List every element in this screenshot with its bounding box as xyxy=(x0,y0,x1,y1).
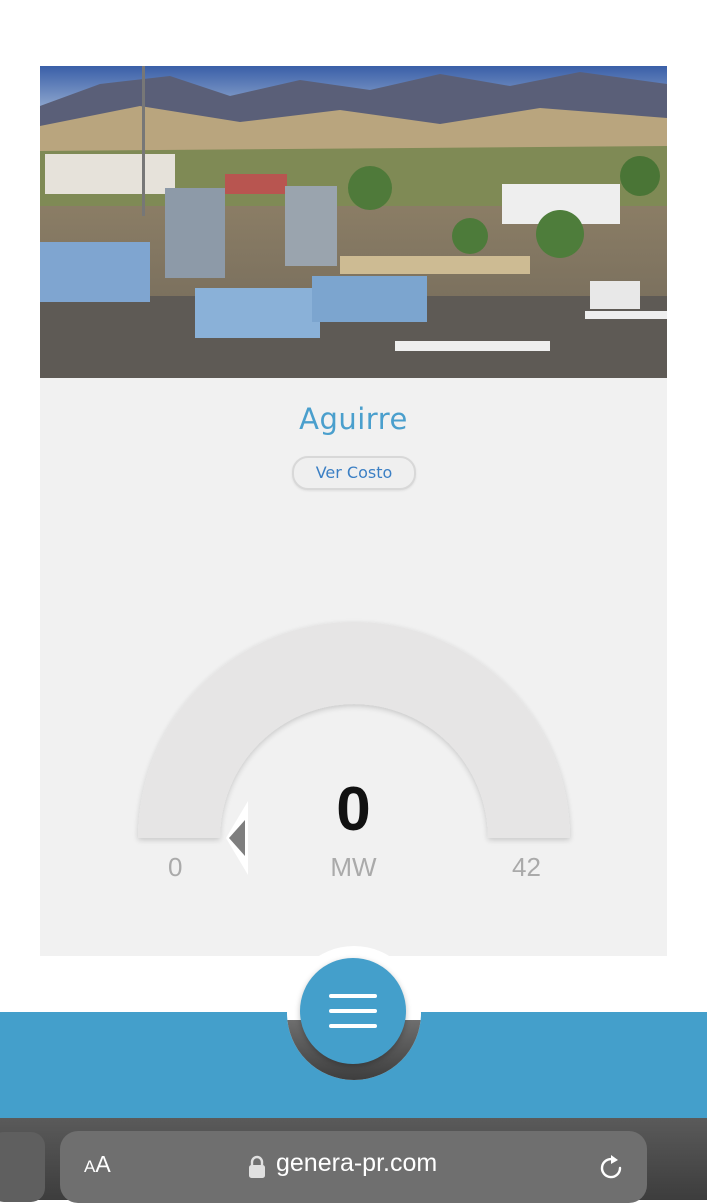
reload-icon[interactable] xyxy=(596,1153,626,1183)
gauge-min-label: 0 xyxy=(168,852,183,882)
url-text: genera-pr.com xyxy=(276,1149,438,1177)
menu-button[interactable] xyxy=(300,958,406,1064)
text-size-button[interactable]: AA xyxy=(84,1151,111,1178)
gauge-max-label: 42 xyxy=(512,852,541,882)
browser-bar: AA genera-pr.com xyxy=(0,1118,707,1203)
lock-icon xyxy=(249,1155,265,1178)
gauge-value: 0 xyxy=(336,775,371,844)
previous-tab-edge[interactable] xyxy=(0,1132,45,1202)
gauge-unit: MW xyxy=(330,852,377,882)
address-bar[interactable]: AA genera-pr.com xyxy=(60,1131,647,1203)
plant-card: Aguirre Ver Costo 0 MW 0 42 xyxy=(40,66,667,956)
